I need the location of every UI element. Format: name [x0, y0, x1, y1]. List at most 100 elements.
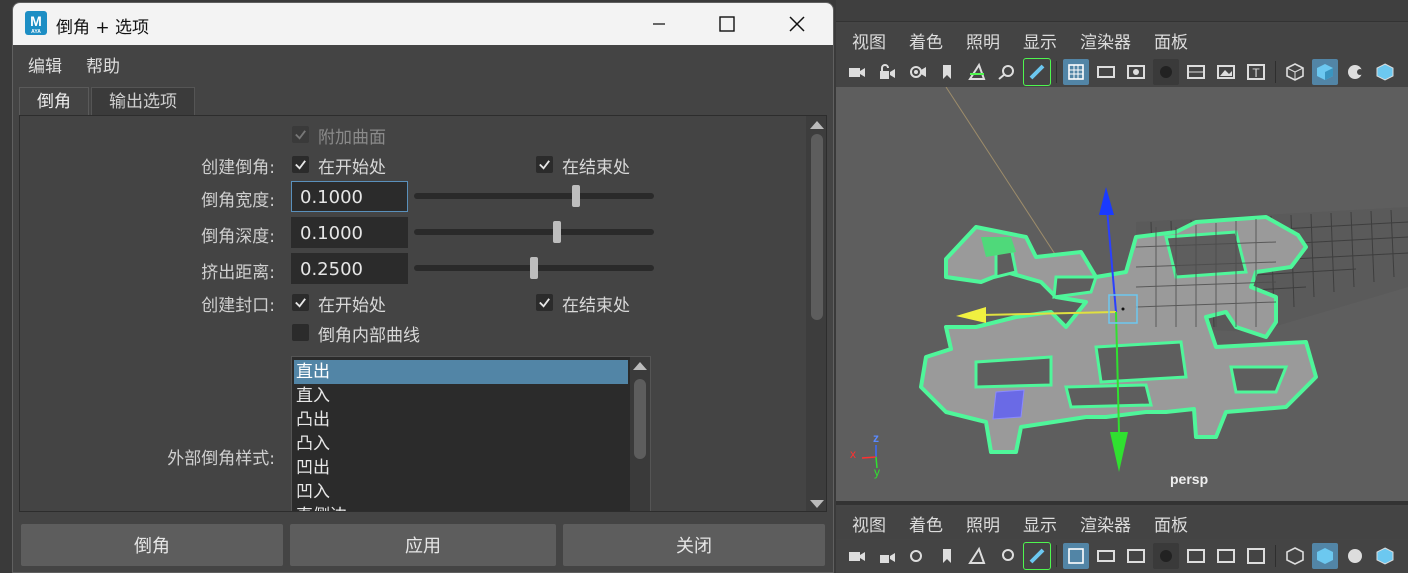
viewport-menu-shading[interactable]: 着色: [909, 511, 943, 536]
viewport-menu-shading[interactable]: 着色: [909, 28, 943, 53]
checkmark-icon: [295, 160, 306, 170]
wireframe-cube-icon[interactable]: [1282, 543, 1308, 569]
grid-icon[interactable]: [1063, 543, 1089, 569]
textured-icon[interactable]: [1342, 59, 1368, 85]
bevel-inner-curves-checkbox[interactable]: [292, 324, 309, 341]
slider-handle[interactable]: [553, 221, 561, 243]
title-bar[interactable]: M AYA 倒角 + 选项: [13, 3, 833, 45]
textured-icon[interactable]: [1342, 543, 1368, 569]
create-bevel-start-label: 在开始处: [318, 158, 386, 178]
resolution-gate-icon[interactable]: [1123, 543, 1149, 569]
create-cap-end-checkbox[interactable]: [536, 294, 553, 311]
axis-label-x: x: [850, 447, 856, 461]
lit-cube-icon[interactable]: [1372, 59, 1398, 85]
camera-icon[interactable]: [844, 543, 870, 569]
menu-edit[interactable]: 编辑: [28, 52, 62, 77]
list-item[interactable]: 直入: [294, 384, 628, 408]
pivot-icon[interactable]: [994, 543, 1020, 569]
viewport-menu-renderer[interactable]: 渲染器: [1080, 28, 1131, 53]
viewport-menu-lighting[interactable]: 照明: [966, 511, 1000, 536]
list-item[interactable]: 凸入: [294, 432, 628, 456]
field-chart-icon[interactable]: [1183, 543, 1209, 569]
perspective-viewport[interactable]: x z y persp: [836, 87, 1408, 501]
viewport-menu-panels[interactable]: 面板: [1154, 511, 1188, 536]
bevel-plus-options-dialog: M AYA 倒角 + 选项 编辑 帮助 倒角 输出选项 附加曲面 创建倒角: 在…: [12, 2, 834, 573]
maximize-button[interactable]: [693, 3, 761, 45]
lock-camera-icon[interactable]: [874, 543, 900, 569]
text-icon[interactable]: T: [1243, 59, 1269, 85]
tab-bevel[interactable]: 倒角: [19, 87, 89, 115]
list-item[interactable]: 凹入: [294, 480, 628, 504]
list-scroll-thumb[interactable]: [634, 379, 646, 459]
gate-mask-icon[interactable]: [1153, 543, 1179, 569]
viewport-menu-panels[interactable]: 面板: [1154, 28, 1188, 53]
maximize-icon: [719, 16, 735, 32]
viewport-menu-show[interactable]: 显示: [1023, 28, 1057, 53]
extrude-distance-field[interactable]: 0.2500: [291, 253, 408, 284]
list-item[interactable]: 直侧边: [294, 504, 628, 511]
image-plane-icon[interactable]: [964, 543, 990, 569]
scroll-down-icon[interactable]: [810, 500, 824, 508]
apply-button[interactable]: 应用: [290, 524, 556, 566]
create-cap-end-label: 在结束处: [562, 296, 630, 316]
grease-pencil-icon[interactable]: [1023, 542, 1051, 570]
slider-handle[interactable]: [530, 257, 538, 279]
bevel-depth-field[interactable]: 0.1000: [291, 217, 408, 248]
close-button[interactable]: 关闭: [563, 524, 825, 566]
create-bevel-start-checkbox[interactable]: [292, 156, 309, 173]
viewport-menu-view[interactable]: 视图: [852, 28, 886, 53]
close-window-button[interactable]: [763, 3, 831, 45]
gate-mask-icon[interactable]: [1153, 59, 1179, 85]
film-gate-icon[interactable]: [1093, 543, 1119, 569]
shaded-cube-icon[interactable]: [1312, 543, 1338, 569]
wireframe-cube-icon[interactable]: [1282, 59, 1308, 85]
camera-attributes-icon[interactable]: [904, 59, 930, 85]
panel-scrollbar[interactable]: [806, 116, 826, 511]
viewport-menu-view[interactable]: 视图: [852, 511, 886, 536]
pivot-icon[interactable]: [994, 59, 1020, 85]
list-scrollbar[interactable]: [630, 357, 650, 511]
camera-icon[interactable]: [844, 59, 870, 85]
list-item[interactable]: 凸出: [294, 408, 628, 432]
lock-camera-icon[interactable]: [874, 59, 900, 85]
bevel-width-label: 倒角宽度:: [201, 191, 275, 211]
film-gate-icon[interactable]: [1093, 59, 1119, 85]
create-bevel-end-label: 在结束处: [562, 158, 630, 178]
tab-output-options[interactable]: 输出选项: [91, 87, 195, 115]
grid-icon[interactable]: [1063, 59, 1089, 85]
viewport-menu-lighting[interactable]: 照明: [966, 28, 1000, 53]
shaded-cube-icon[interactable]: [1312, 59, 1338, 85]
camera-attributes-icon[interactable]: [904, 543, 930, 569]
bevel-width-slider[interactable]: [414, 185, 654, 207]
create-bevel-end-checkbox[interactable]: [536, 156, 553, 173]
image-icon[interactable]: [1213, 543, 1239, 569]
image-plane-icon[interactable]: [964, 59, 990, 85]
create-cap-start-checkbox[interactable]: [292, 294, 309, 311]
scroll-up-icon[interactable]: [810, 121, 824, 129]
field-chart-icon[interactable]: [1183, 59, 1209, 85]
viewport-menubar: 视图 着色 照明 显示 渲染器 面板: [836, 24, 1408, 56]
grease-pencil-icon[interactable]: [1023, 58, 1051, 86]
menu-help[interactable]: 帮助: [86, 52, 120, 77]
resolution-gate-icon[interactable]: [1123, 59, 1149, 85]
image-icon[interactable]: [1213, 59, 1239, 85]
bookmark-icon[interactable]: [934, 59, 960, 85]
attach-surface-checkbox[interactable]: [292, 126, 309, 143]
slider-handle[interactable]: [572, 185, 580, 207]
bookmark-icon[interactable]: [934, 543, 960, 569]
bevel-width-field[interactable]: 0.1000: [291, 181, 408, 212]
list-item[interactable]: 直出: [294, 360, 628, 384]
list-item[interactable]: 凹出: [294, 456, 628, 480]
outer-bevel-style-list[interactable]: 直出 直入 凸出 凸入 凹出 凹入 直侧边: [291, 356, 651, 511]
bevel-button[interactable]: 倒角: [21, 524, 283, 566]
lit-cube-icon[interactable]: [1372, 543, 1398, 569]
extrude-distance-slider[interactable]: [414, 257, 654, 279]
minimize-button[interactable]: [625, 3, 693, 45]
viewport-menu-show[interactable]: 显示: [1023, 511, 1057, 536]
text-icon[interactable]: [1243, 543, 1269, 569]
panel-scroll-thumb[interactable]: [811, 134, 823, 320]
dialog-button-row: 倒角 应用 关闭: [13, 516, 833, 572]
bevel-depth-slider[interactable]: [414, 221, 654, 243]
viewport-menu-renderer[interactable]: 渲染器: [1080, 511, 1131, 536]
scroll-up-icon[interactable]: [633, 362, 647, 370]
